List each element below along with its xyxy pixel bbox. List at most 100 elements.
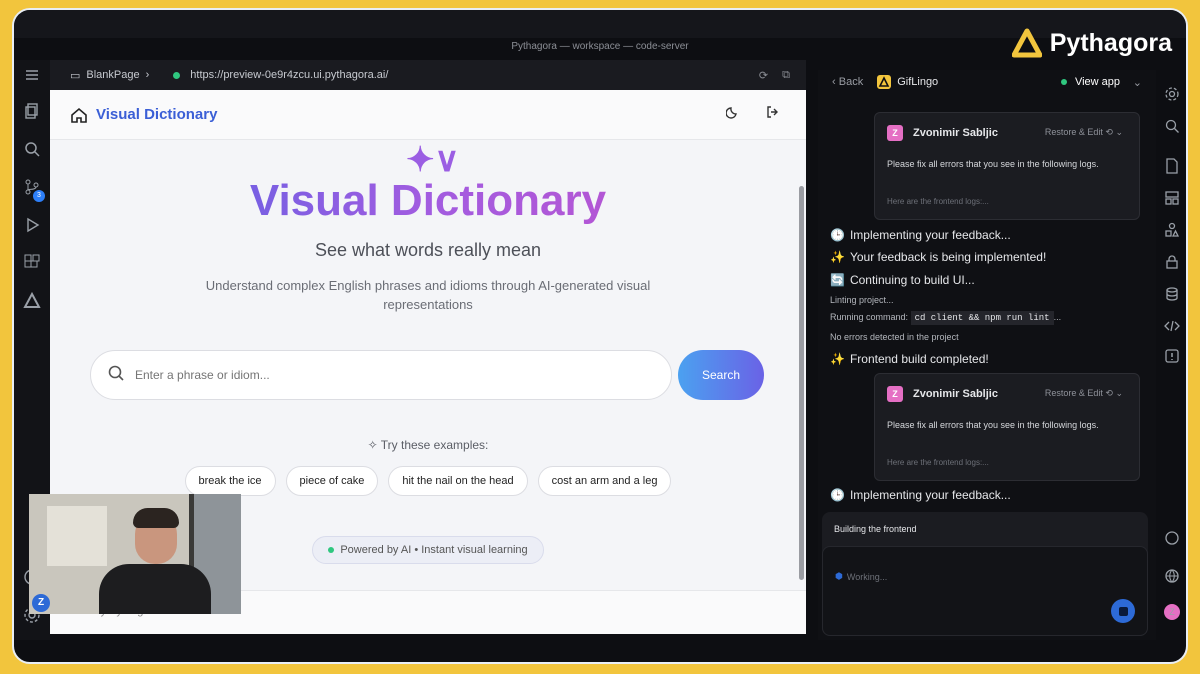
logout-icon[interactable] — [766, 105, 780, 124]
app-name-label: GifLingo — [897, 76, 939, 88]
status-implementing: 🕒 Implementing your feedback... — [830, 228, 1011, 242]
example-chip[interactable]: cost an arm and a leg — [537, 466, 672, 496]
url-text[interactable]: https://preview-0e9r4zcu.ui.pythagora.ai… — [190, 69, 388, 81]
restore-edit-label: Restore & Edit — [1044, 388, 1103, 398]
globe-icon[interactable] — [1164, 568, 1180, 584]
status-text: Frontend build completed! — [849, 352, 989, 366]
chevron-down-icon[interactable]: ⌄ — [1133, 76, 1142, 89]
shapes-icon[interactable] — [1164, 222, 1180, 238]
pythagora-logo: Pythagora — [1011, 28, 1172, 58]
status-text: Continuing to build UI... — [849, 273, 975, 287]
example-chip[interactable]: piece of cake — [285, 466, 379, 496]
explorer-icon[interactable] — [23, 102, 41, 120]
status-text: Implementing your feedback... — [849, 488, 1011, 502]
message-logs: Here are the frontend logs:... — [887, 197, 989, 206]
pythagora-panel: ‹ Back GifLingo View app ⌄ Z Zvonimir Sa… — [818, 70, 1156, 640]
view-app-label: View app — [1074, 76, 1120, 88]
command-ellipsis: ... — [1053, 312, 1062, 322]
dark-mode-moon-icon[interactable] — [725, 105, 740, 124]
running-label: Running command: — [830, 312, 909, 322]
running-command: Running command: cd client && npm run li… — [830, 311, 1062, 325]
hero-description: Understand complex English phrases and i… — [205, 278, 651, 312]
app-selector[interactable]: GifLingo — [877, 75, 938, 89]
database-icon[interactable] — [1164, 286, 1180, 302]
search-button[interactable]: Search — [678, 350, 764, 400]
building-text: Building the frontend — [834, 524, 917, 534]
page-label: BlankPage — [86, 69, 140, 81]
lock-icon[interactable] — [1164, 254, 1180, 270]
back-button[interactable]: ‹ Back — [832, 76, 863, 88]
examples-label-text: Try these examples: — [380, 438, 489, 452]
account-avatar[interactable]: Z — [32, 594, 50, 612]
view-app-button[interactable]: View app — [1060, 76, 1120, 88]
menu-icon[interactable] — [23, 66, 41, 84]
search-box — [90, 350, 672, 400]
status-text: Your feedback is being implemented! — [849, 250, 1047, 264]
stop-button[interactable] — [1111, 599, 1135, 623]
restore-edit-button[interactable]: Restore & Edit ⟲ ⌄ — [1045, 127, 1123, 138]
webcam-person-hair — [133, 508, 179, 528]
chevron-right-icon: › — [145, 69, 150, 81]
home-icon[interactable] — [70, 106, 88, 124]
reload-icon[interactable]: ⟳ — [759, 69, 768, 82]
message-logs: Here are the frontend logs:... — [887, 458, 989, 467]
powered-by-pill: Powered by AI • Instant visual learning — [312, 536, 544, 564]
status-frontend-completed: ✨ Frontend build completed! — [830, 352, 989, 366]
viewport-scrollbar[interactable] — [799, 186, 804, 580]
user-avatar: Z — [887, 386, 903, 402]
user-name: Zvonimir Sabljic — [913, 388, 998, 400]
user-avatar[interactable]: Z — [1164, 604, 1180, 620]
layout-icon[interactable] — [1164, 190, 1180, 206]
page-icon: ▭ — [70, 69, 81, 82]
restore-edit-label: Restore & Edit — [1044, 127, 1103, 137]
message-text: Please fix all errors that you see in th… — [887, 159, 1099, 169]
message-text: Please fix all errors that you see in th… — [887, 420, 1099, 430]
user-name: Zvonimir Sabljic — [913, 127, 998, 139]
status-being-implemented: ✨ Your feedback is being implemented! — [830, 250, 1046, 264]
status-dot — [173, 71, 181, 79]
back-label: Back — [838, 76, 864, 88]
sparkles-icon: ✨ — [830, 352, 845, 366]
pythagora-small-icon — [877, 75, 892, 89]
example-chip[interactable]: hit the nail on the head — [388, 466, 528, 496]
brand-name: Pythagora — [1049, 28, 1172, 57]
hero-subtitle: See what words really mean — [314, 240, 542, 260]
open-external-icon[interactable]: ⧉ — [782, 69, 790, 82]
refresh-icon: 🔄 — [830, 273, 845, 287]
search-icon[interactable] — [1164, 118, 1180, 134]
app-name[interactable]: Visual Dictionary — [96, 106, 217, 123]
status-dot — [1060, 79, 1067, 85]
webcam-video — [29, 494, 241, 614]
working-text: Working... — [846, 571, 888, 582]
code-icon[interactable] — [1164, 318, 1180, 334]
page-breadcrumb[interactable]: ▭ BlankPage › — [70, 69, 149, 82]
pythagora-extension-icon[interactable] — [23, 291, 41, 310]
status-implementing: 🕒 Implementing your feedback... — [830, 488, 1011, 502]
command-code: cd client && npm run lint — [910, 311, 1054, 325]
powered-text: Powered by AI • Instant visual learning — [340, 544, 528, 556]
restore-edit-button[interactable]: Restore & Edit ⟲ ⌄ — [1045, 388, 1123, 399]
alert-icon[interactable] — [1164, 348, 1180, 364]
phrase-input[interactable] — [135, 368, 615, 382]
example-chip[interactable]: break the ice — [184, 466, 276, 496]
extensions-icon[interactable] — [23, 254, 41, 272]
app-header: Visual Dictionary — [50, 90, 806, 140]
chat-input-area[interactable]: ⬢ Working... — [822, 546, 1148, 636]
build-status-box: Building the frontend ⬢ Working... — [822, 512, 1148, 636]
github-icon[interactable] — [1164, 530, 1180, 546]
no-errors-text: No errors detected in the project — [830, 332, 959, 342]
working-icon: ⬢ — [835, 571, 843, 581]
search-icon[interactable] — [23, 140, 41, 158]
search-icon — [107, 364, 125, 387]
status-dot — [328, 547, 335, 553]
file-icon[interactable] — [1164, 158, 1180, 174]
settings-gear-icon[interactable] — [1164, 86, 1180, 102]
example-chips: break the ice piece of cake hit the nail… — [50, 466, 806, 496]
source-control-badge: 3 — [33, 190, 45, 202]
hero-title: Visual Dictionary — [50, 176, 806, 226]
status-text: Implementing your feedback... — [849, 228, 1011, 242]
sparkles-icon: ✨ — [830, 250, 845, 264]
user-avatar: Z — [887, 125, 903, 141]
hero-sparkle-icon: ✦∨ — [406, 141, 460, 179]
run-debug-icon[interactable] — [23, 216, 41, 234]
